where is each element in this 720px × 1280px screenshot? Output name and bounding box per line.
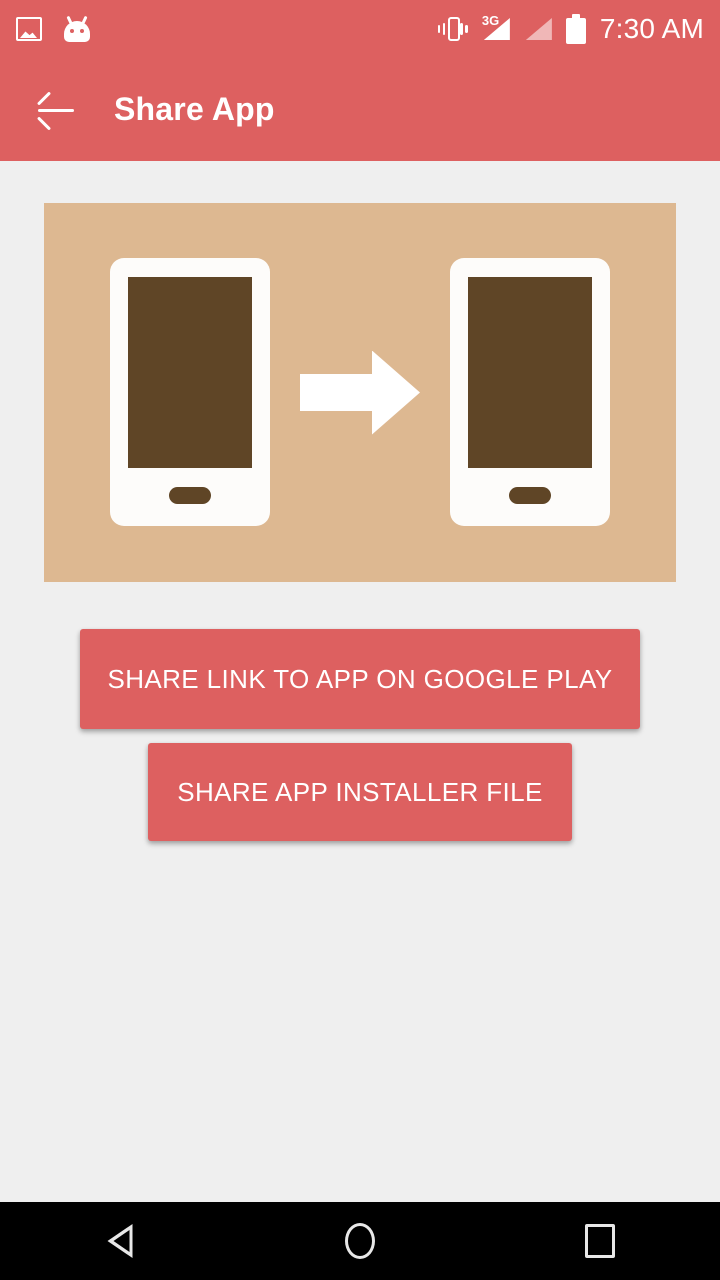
- page-title: Share App: [114, 91, 275, 127]
- destination-phone-screen: [468, 277, 592, 468]
- vibrate-wave-right-inner: [460, 23, 463, 35]
- source-phone-home-button: [169, 487, 211, 504]
- app-bar: Share App: [0, 58, 720, 161]
- back-arrow-tip-lower: [36, 115, 52, 131]
- share-link-google-play-button[interactable]: SHARE LINK TO APP ON GOOGLE PLAY: [80, 629, 640, 729]
- signal-3g-label: 3G: [481, 13, 500, 28]
- two-phones-transfer-illustration: [44, 203, 676, 582]
- transfer-arrow-icon: [300, 350, 420, 435]
- back-triangle-icon: [107, 1224, 133, 1258]
- app-screen: 3G 7:30 AM Share App SHARE LINK TO APP O…: [0, 0, 720, 1280]
- vibrate-phone-shape: [447, 17, 460, 41]
- vibrate-wave-right-outer: [465, 25, 468, 33]
- system-nav-bar: [0, 1202, 720, 1280]
- android-head-shape: [64, 21, 90, 42]
- signal-bars: [525, 18, 552, 40]
- vibrate-icon: [436, 15, 470, 43]
- photo-icon: [16, 17, 42, 41]
- status-bar-left-icons: [16, 15, 92, 42]
- back-arrow-icon[interactable]: [28, 82, 84, 138]
- battery-icon: [565, 14, 586, 44]
- home-circle-icon: [345, 1223, 375, 1259]
- source-phone-screen: [128, 277, 252, 468]
- vibrate-wave-left-outer: [437, 25, 441, 33]
- nav-home-button[interactable]: [315, 1202, 405, 1280]
- source-phone: [110, 258, 270, 526]
- android-eye-left: [70, 29, 74, 33]
- status-bar: 3G 7:30 AM: [0, 0, 720, 58]
- status-bar-right-icons: 3G 7:30 AM: [436, 13, 704, 45]
- status-bar-clock: 7:30 AM: [599, 13, 704, 44]
- vibrate-wave-left-inner: [442, 23, 446, 35]
- android-head-icon: [62, 15, 92, 42]
- destination-phone-home-button: [509, 487, 551, 504]
- signal-3g-icon: 3G: [481, 13, 512, 43]
- nav-back-button[interactable]: [75, 1202, 165, 1280]
- signal-icon: [524, 15, 554, 43]
- back-arrow-shaft: [38, 108, 74, 112]
- android-eye-right: [80, 29, 84, 33]
- share-app-installer-file-button[interactable]: SHARE APP INSTALLER FILE: [148, 743, 572, 841]
- recents-square-icon: [585, 1224, 615, 1258]
- nav-recents-button[interactable]: [555, 1202, 645, 1280]
- battery-body: [565, 18, 586, 44]
- destination-phone: [450, 258, 610, 526]
- back-arrow-tip-upper: [36, 90, 52, 106]
